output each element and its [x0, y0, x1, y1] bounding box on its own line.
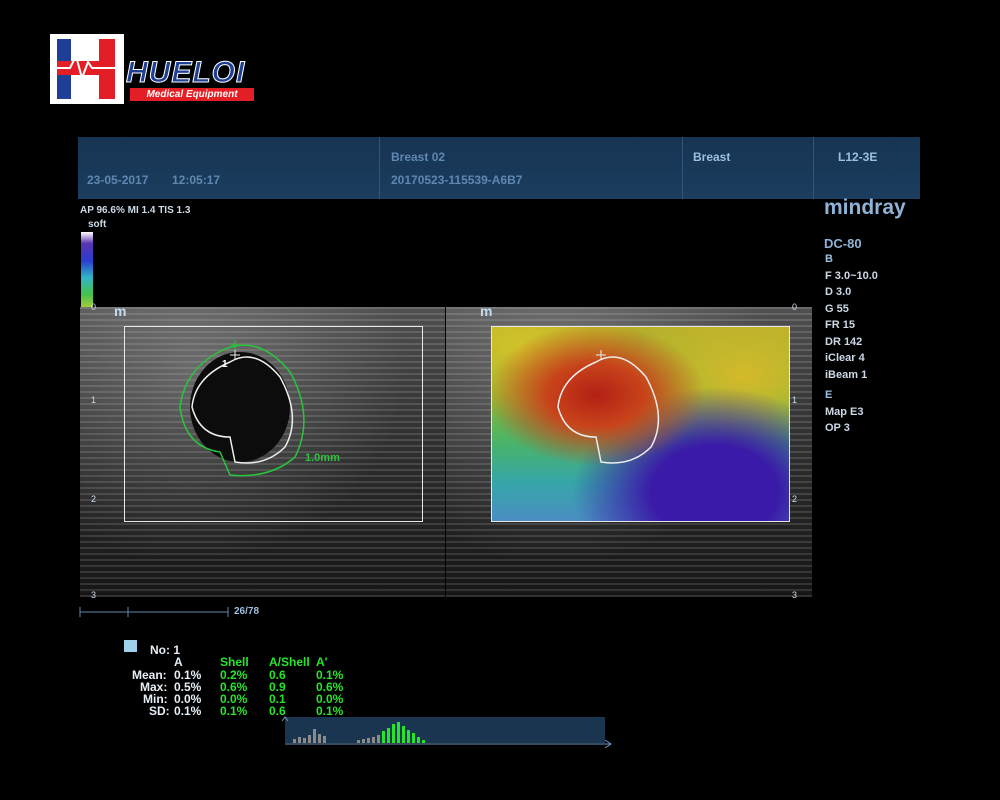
- probe-name: L12-3E: [838, 150, 878, 164]
- depth-tick-0-left: 0: [91, 302, 97, 312]
- param-iclear: iClear 4: [825, 352, 865, 364]
- param-frequency: F 3.0~10.0: [825, 269, 878, 282]
- stats-sd-shell: 0.1%: [220, 704, 248, 718]
- stats-header-a-prime: A': [316, 655, 328, 669]
- header-probe-cell: L12-3E: [814, 137, 920, 199]
- param-frame-rate: FR 15: [825, 319, 855, 331]
- exam-time: 12:05:17: [172, 173, 221, 187]
- depth-tick-1-left: 1: [91, 395, 97, 405]
- strain-histogram: [281, 716, 612, 749]
- param-map: Map E3: [825, 405, 864, 418]
- colorbar-soft-label: soft: [88, 219, 107, 230]
- stats-sd-ratio: 0.6: [269, 704, 286, 718]
- depth-tick-0-right: 0: [792, 302, 798, 312]
- logo-tagline: Medical Equipment: [130, 88, 254, 101]
- stats-header-shell: Shell: [220, 655, 249, 669]
- acoustic-output: AP 96.6% MI 1.4 TIS 1.3: [80, 205, 191, 216]
- cine-timeline[interactable]: [78, 606, 238, 618]
- heartbeat-icon: [52, 53, 122, 80]
- param-dynamic-range: DR 142: [825, 335, 863, 348]
- param-gain: G 55: [825, 302, 849, 315]
- stats-header-a: A: [174, 655, 183, 669]
- hueloi-logo: HUELOI Medical Equipment: [50, 34, 255, 104]
- exam-date: 23-05-2017: [87, 173, 149, 187]
- imaging-parameters: B F 3.0~10.0 D 3.0 G 55 FR 15 DR 142 iCl…: [825, 251, 878, 437]
- stats-label-sd: SD:: [149, 704, 170, 718]
- depth-tick-3-right: 3: [792, 590, 798, 600]
- param-op: OP 3: [825, 422, 850, 434]
- depth-tick-2-left: 2: [91, 494, 97, 504]
- header-exam-cell: Breast: [683, 137, 814, 199]
- lesion-outline-right: [557, 350, 660, 464]
- depth-tick-3-left: 3: [91, 590, 97, 600]
- b-mode-image[interactable]: m 1 1.0mm 0 1 2 3: [80, 302, 445, 600]
- elastography-image[interactable]: m 0 1 2 3: [446, 302, 812, 600]
- header-patient-cell: Breast 02 20170523-115539-A6B7: [380, 137, 683, 199]
- stats-header-ratio: A/Shell: [269, 655, 310, 669]
- param-ibeam: iBeam 1: [825, 368, 868, 381]
- histogram-bars: [281, 716, 612, 749]
- lesion-marker: 1: [222, 359, 228, 370]
- logo-name: HUELOI: [125, 56, 246, 90]
- patient-id: 20170523-115539-A6B7: [391, 173, 523, 187]
- stats-sd-a: 0.1%: [174, 704, 202, 718]
- patient-label: Breast 02: [391, 150, 446, 164]
- system-model: DC-80: [824, 236, 862, 251]
- header-datetime-cell: 23-05-2017 12:05:17: [78, 137, 380, 199]
- param-depth: D 3.0: [825, 286, 852, 298]
- param-b-mode: B: [825, 253, 833, 265]
- depth-tick-1-right: 1: [792, 395, 798, 405]
- exam-type: Breast: [693, 150, 731, 164]
- frame-counter: 26/78: [234, 606, 260, 617]
- exam-header-bar: 23-05-2017 12:05:17 Breast 02 20170523-1…: [78, 137, 920, 199]
- shell-measurement: 1.0mm: [305, 452, 340, 464]
- roi-color-swatch: [124, 640, 137, 652]
- mindray-brand: mindray: [824, 196, 906, 219]
- param-e-mode: E: [825, 389, 833, 401]
- depth-tick-2-right: 2: [792, 494, 798, 504]
- lesion-outline-left: [179, 340, 305, 477]
- stats-sd-a-prime: 0.1%: [316, 704, 344, 718]
